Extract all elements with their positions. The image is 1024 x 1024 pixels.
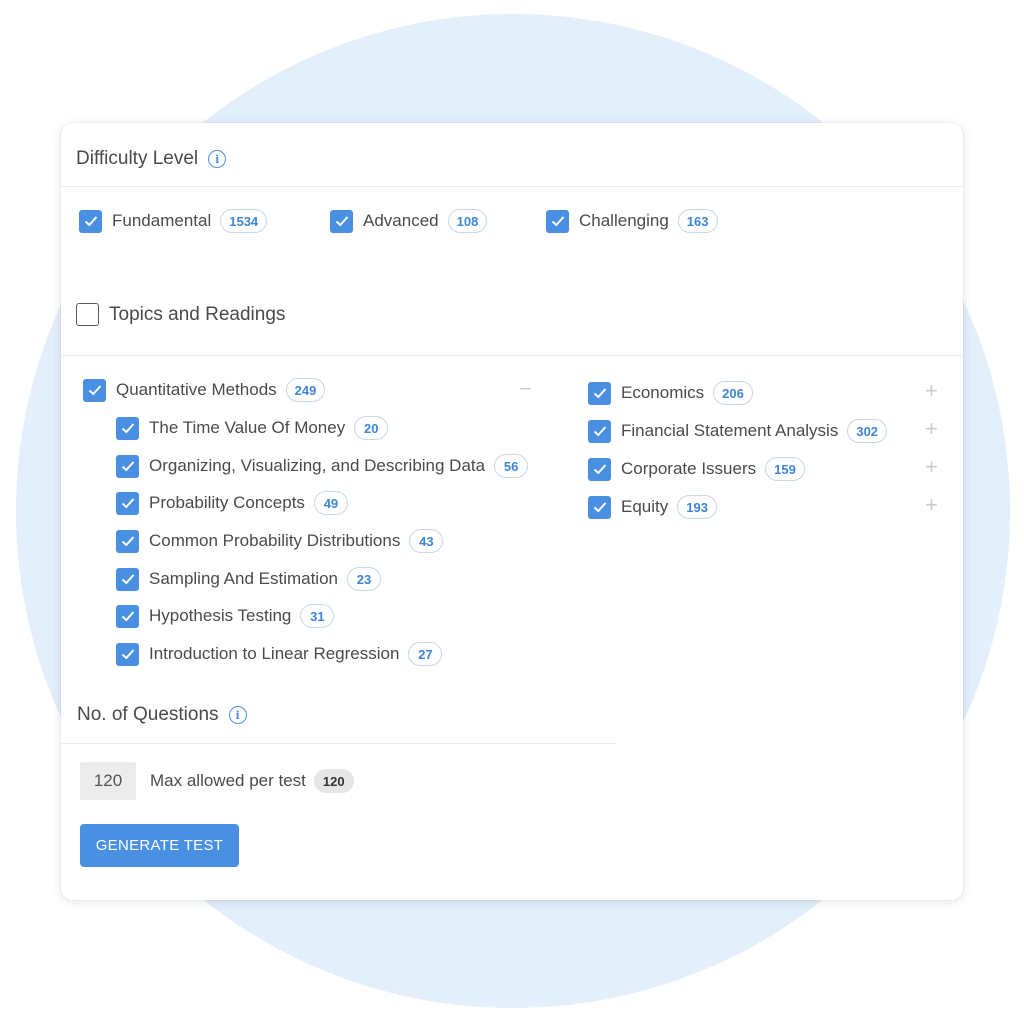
topic-quantitative-methods[interactable]: Quantitative Methods 249 bbox=[83, 378, 326, 402]
subtopic-label: The Time Value Of Money bbox=[149, 418, 346, 437]
count-badge: 206 bbox=[713, 381, 753, 405]
checkbox-checked-icon[interactable] bbox=[588, 457, 611, 481]
subtopic-label: Sampling And Estimation bbox=[149, 569, 338, 588]
subtopic-label: Introduction to Linear Regression bbox=[149, 644, 400, 663]
question-count-input[interactable] bbox=[80, 762, 136, 800]
topic-label: Corporate Issuers bbox=[621, 459, 757, 478]
count-badge: 56 bbox=[494, 454, 529, 478]
checkbox-checked-icon[interactable] bbox=[83, 378, 106, 402]
divider bbox=[61, 186, 963, 187]
max-allowed-label: Max allowed per test bbox=[150, 771, 306, 790]
checkbox-checked-icon[interactable] bbox=[116, 491, 139, 515]
subtopic-label: Probability Concepts bbox=[149, 493, 305, 512]
count-badge: 163 bbox=[677, 209, 718, 233]
max-allowed-badge: 120 bbox=[313, 769, 354, 793]
count-badge: 249 bbox=[285, 378, 326, 402]
checkbox-checked-icon[interactable] bbox=[588, 495, 611, 519]
checkbox-checked-icon[interactable] bbox=[116, 642, 139, 666]
checkbox-checked-icon[interactable] bbox=[330, 209, 353, 233]
subtopic-item[interactable]: Sampling And Estimation 23 bbox=[116, 567, 381, 591]
count-badge: 27 bbox=[408, 642, 443, 666]
topic-financial-statement-analysis[interactable]: Financial Statement Analysis 302 bbox=[588, 419, 888, 443]
checkbox-checked-icon[interactable] bbox=[588, 419, 611, 443]
difficulty-option-fundamental[interactable]: Fundamental 1534 bbox=[79, 209, 268, 233]
checkbox-checked-icon[interactable] bbox=[116, 529, 139, 553]
collapse-icon[interactable]: − bbox=[519, 378, 532, 400]
checkbox-checked-icon[interactable] bbox=[79, 209, 102, 233]
checkbox-checked-icon[interactable] bbox=[116, 604, 139, 628]
subtopic-item[interactable]: The Time Value Of Money 20 bbox=[116, 416, 389, 440]
difficulty-title: Difficulty Level bbox=[76, 148, 199, 169]
questions-title: No. of Questions bbox=[77, 704, 219, 725]
info-icon[interactable]: i bbox=[208, 150, 227, 168]
topic-label: Economics bbox=[621, 383, 705, 402]
generate-test-button[interactable]: GENERATE TEST bbox=[80, 824, 239, 867]
expand-icon[interactable]: + bbox=[925, 494, 938, 516]
expand-icon[interactable]: + bbox=[925, 380, 938, 402]
option-label: Advanced bbox=[363, 211, 439, 230]
count-badge: 31 bbox=[300, 604, 335, 628]
checkbox-checked-icon[interactable] bbox=[546, 209, 569, 233]
checkbox-checked-icon[interactable] bbox=[116, 454, 139, 478]
topic-corporate-issuers[interactable]: Corporate Issuers 159 bbox=[588, 457, 805, 481]
count-badge: 159 bbox=[765, 457, 805, 481]
subtopic-item[interactable]: Organizing, Visualizing, and Describing … bbox=[116, 454, 529, 478]
option-label: Fundamental bbox=[112, 211, 212, 230]
info-icon[interactable]: i bbox=[228, 706, 247, 724]
subtopic-item[interactable]: Common Probability Distributions 43 bbox=[116, 529, 444, 553]
topics-title: Topics and Readings bbox=[109, 303, 286, 325]
topic-label: Equity bbox=[621, 497, 669, 516]
topic-economics[interactable]: Economics 206 bbox=[588, 381, 753, 405]
max-allowed: Max allowed per test 120 bbox=[150, 769, 354, 793]
count-badge: 23 bbox=[347, 567, 381, 591]
count-badge: 1534 bbox=[220, 209, 268, 233]
topic-label: Financial Statement Analysis bbox=[621, 421, 839, 440]
expand-icon[interactable]: + bbox=[925, 418, 938, 440]
count-badge: 193 bbox=[677, 495, 717, 519]
count-badge: 302 bbox=[847, 419, 888, 443]
expand-icon[interactable]: + bbox=[925, 456, 938, 478]
count-badge: 49 bbox=[313, 491, 348, 515]
subtopic-label: Hypothesis Testing bbox=[149, 606, 292, 625]
subtopic-item[interactable]: Hypothesis Testing 31 bbox=[116, 604, 335, 628]
divider bbox=[61, 743, 617, 744]
topics-select-all[interactable]: Topics and Readings bbox=[76, 303, 285, 326]
checkbox-checked-icon[interactable] bbox=[116, 416, 139, 440]
test-generator-card: Difficulty Level i Fundamental 1534 Adva… bbox=[61, 123, 963, 900]
subtopic-label: Common Probability Distributions bbox=[149, 531, 401, 550]
checkbox-unchecked-icon[interactable] bbox=[76, 303, 99, 326]
difficulty-option-advanced[interactable]: Advanced 108 bbox=[330, 209, 488, 233]
subtopic-item[interactable]: Introduction to Linear Regression 27 bbox=[116, 642, 443, 666]
checkbox-checked-icon[interactable] bbox=[588, 381, 611, 405]
count-badge: 20 bbox=[354, 416, 389, 440]
count-badge: 43 bbox=[409, 529, 444, 553]
subtopic-label: Organizing, Visualizing, and Describing … bbox=[149, 456, 486, 475]
option-label: Challenging bbox=[579, 211, 669, 230]
difficulty-section-title: Difficulty Level i bbox=[76, 148, 227, 170]
divider bbox=[61, 355, 963, 356]
count-badge: 108 bbox=[447, 209, 488, 233]
questions-section-title: No. of Questions i bbox=[77, 704, 247, 726]
subtopic-item[interactable]: Probability Concepts 49 bbox=[116, 491, 348, 515]
difficulty-option-challenging[interactable]: Challenging 163 bbox=[546, 209, 718, 233]
topic-equity[interactable]: Equity 193 bbox=[588, 495, 717, 519]
topic-label: Quantitative Methods bbox=[116, 380, 277, 399]
checkbox-checked-icon[interactable] bbox=[116, 567, 139, 591]
